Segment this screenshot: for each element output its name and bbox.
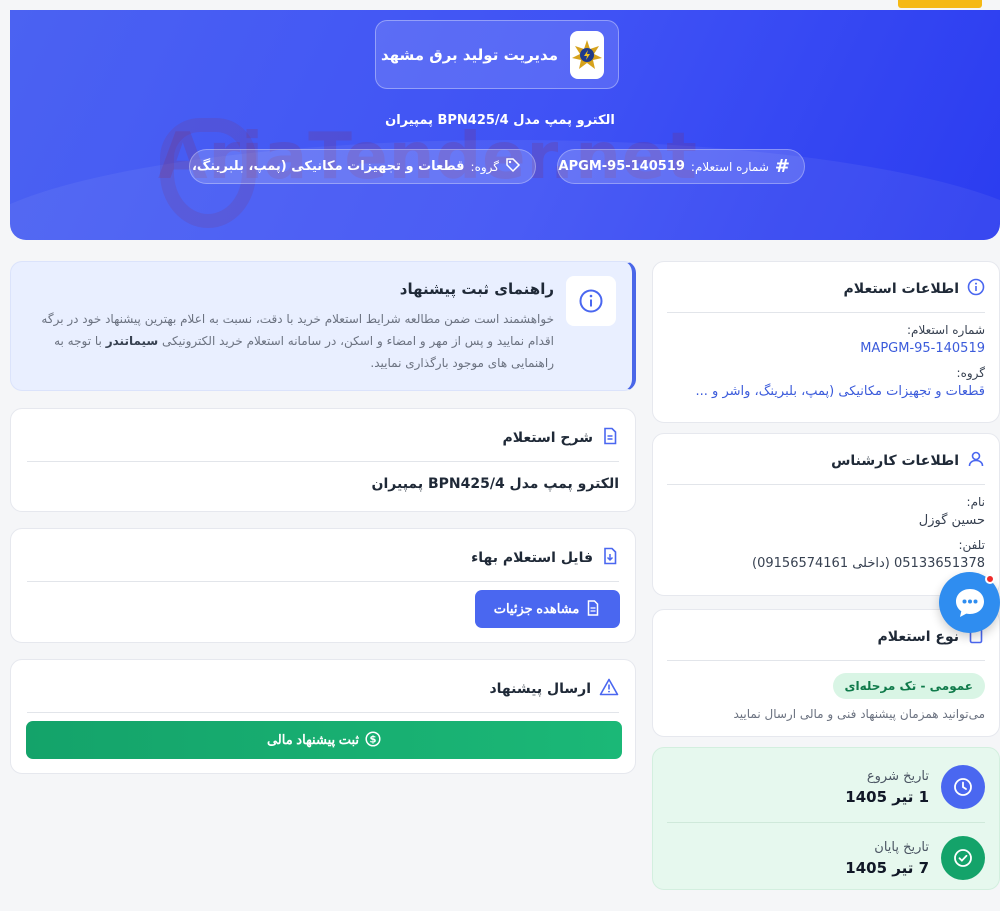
group-value: قطعات و تجهیزات مکانیکی (پمپ، بلبرینگ، و… — [190, 159, 465, 174]
inquiry-type-card: نوع استعلام عمومی - تک مرحله‌ای می‌توانی… — [652, 609, 1000, 737]
divider — [667, 660, 985, 661]
user-icon — [967, 450, 985, 472]
warning-icon — [599, 678, 619, 700]
inquiry-file-card: فایل استعلام بهاء مشاهده جزئیات — [10, 528, 636, 643]
divider — [27, 712, 619, 713]
inquiry-type-hint: می‌توانید همزمان پیشنهاد فنی و مالی ارسا… — [733, 707, 985, 721]
expert-info-card: اطلاعات کارشناس نام: حسین گوزل تلفن: 051… — [652, 433, 1000, 596]
send-offer-title: ارسال پیشنهاد — [489, 681, 591, 697]
divider — [27, 461, 619, 462]
inquiry-type-title: نوع استعلام — [877, 629, 959, 645]
dollar-icon: $ — [365, 730, 381, 750]
expert-info-title: اطلاعات کارشناس — [831, 453, 959, 469]
brand-name: سیماتندر — [105, 334, 159, 348]
end-date-value: 7 تیر 1405 — [845, 858, 929, 877]
phone-value: 05133651378 (داخلی 09156574161) — [752, 556, 985, 571]
view-details-label: مشاهده جزئیات — [493, 601, 580, 616]
start-date-label: تاریخ شروع — [866, 768, 929, 784]
hash-icon: # — [774, 156, 790, 177]
top-accent-bar — [898, 0, 982, 8]
guide-text: خواهشمند است ضمن مطالعه شرایط استعلام خر… — [41, 312, 554, 370]
svg-text:$: $ — [370, 734, 377, 745]
inquiry-type-badge: عمومی - تک مرحله‌ای — [832, 673, 985, 699]
start-date-row: تاریخ شروع 1 تیر 1405 — [667, 752, 985, 822]
divider — [667, 312, 985, 313]
guide-card: راهنمای ثبت پیشنهاد خواهشمند است ضمن مطا… — [10, 261, 636, 391]
organization-logo-icon — [570, 30, 604, 79]
divider — [667, 484, 985, 485]
number-label: شماره استعلام: — [690, 159, 769, 174]
chat-bubble-icon — [955, 588, 984, 617]
document-icon — [601, 427, 619, 449]
info-icon — [566, 276, 616, 326]
file-download-icon — [601, 547, 619, 569]
inquiry-info-title: اطلاعات استعلام — [843, 281, 959, 297]
organization-name: مدیریت تولید برق مشهد — [380, 45, 558, 64]
inquiry-number-value[interactable]: MAPGM-95-140519 — [667, 341, 985, 356]
end-date-label: تاریخ پایان — [874, 839, 929, 855]
submit-financial-offer-label: ثبت پیشنهاد مالی — [266, 732, 360, 747]
notification-dot — [985, 574, 995, 584]
send-offer-card: ارسال پیشنهاد $ ثبت پیشنهاد مالی — [10, 659, 636, 774]
description-card: شرح استعلام الکترو پمپ مدل BPN425/4 پمپی… — [10, 408, 636, 512]
name-label: نام: — [966, 495, 985, 509]
inquiry-number-pill: # شماره استعلام: MAPGM-95-140519 — [557, 149, 805, 184]
hero-subtitle: الکترو پمپ مدل BPN425/4 پمپیران — [385, 113, 615, 128]
group-label: گروه: — [956, 366, 985, 380]
description-title: شرح استعلام — [502, 430, 593, 446]
group-pill: گروه: قطعات و تجهیزات مکانیکی (پمپ، بلبر… — [189, 149, 536, 184]
check-circle-icon — [941, 836, 985, 880]
end-date-row: تاریخ پایان 7 تیر 1405 — [667, 823, 985, 893]
phone-label: تلفن: — [958, 538, 985, 552]
group-label: گروه: — [470, 159, 499, 174]
organization-box: مدیریت تولید برق مشهد — [375, 20, 619, 89]
view-details-button[interactable]: مشاهده جزئیات — [475, 590, 620, 628]
start-date-value: 1 تیر 1405 — [845, 787, 929, 806]
group-value[interactable]: قطعات و تجهیزات مکانیکی (پمپ، بلبرینگ، و… — [667, 384, 985, 399]
tag-icon — [505, 157, 521, 176]
name-value: حسین گوزل — [918, 513, 985, 528]
document-icon — [585, 599, 601, 619]
description-text: الکترو پمپ مدل BPN425/4 پمپیران — [371, 476, 619, 492]
info-icon — [967, 278, 985, 300]
inquiry-number-label: شماره استعلام: — [907, 323, 985, 337]
inquiry-info-card: اطلاعات استعلام شماره استعلام: MAPGM-95-… — [652, 261, 1000, 423]
divider — [27, 581, 619, 582]
submit-financial-offer-button[interactable]: $ ثبت پیشنهاد مالی — [26, 721, 622, 759]
number-value: MAPGM-95-140519 — [557, 159, 685, 174]
dates-card: تاریخ شروع 1 تیر 1405 تاریخ پایان 7 تیر … — [652, 747, 1000, 890]
inquiry-file-title: فایل استعلام بهاء — [471, 550, 593, 566]
clock-icon — [941, 765, 985, 809]
guide-title: راهنمای ثبت پیشنهاد — [399, 280, 554, 298]
